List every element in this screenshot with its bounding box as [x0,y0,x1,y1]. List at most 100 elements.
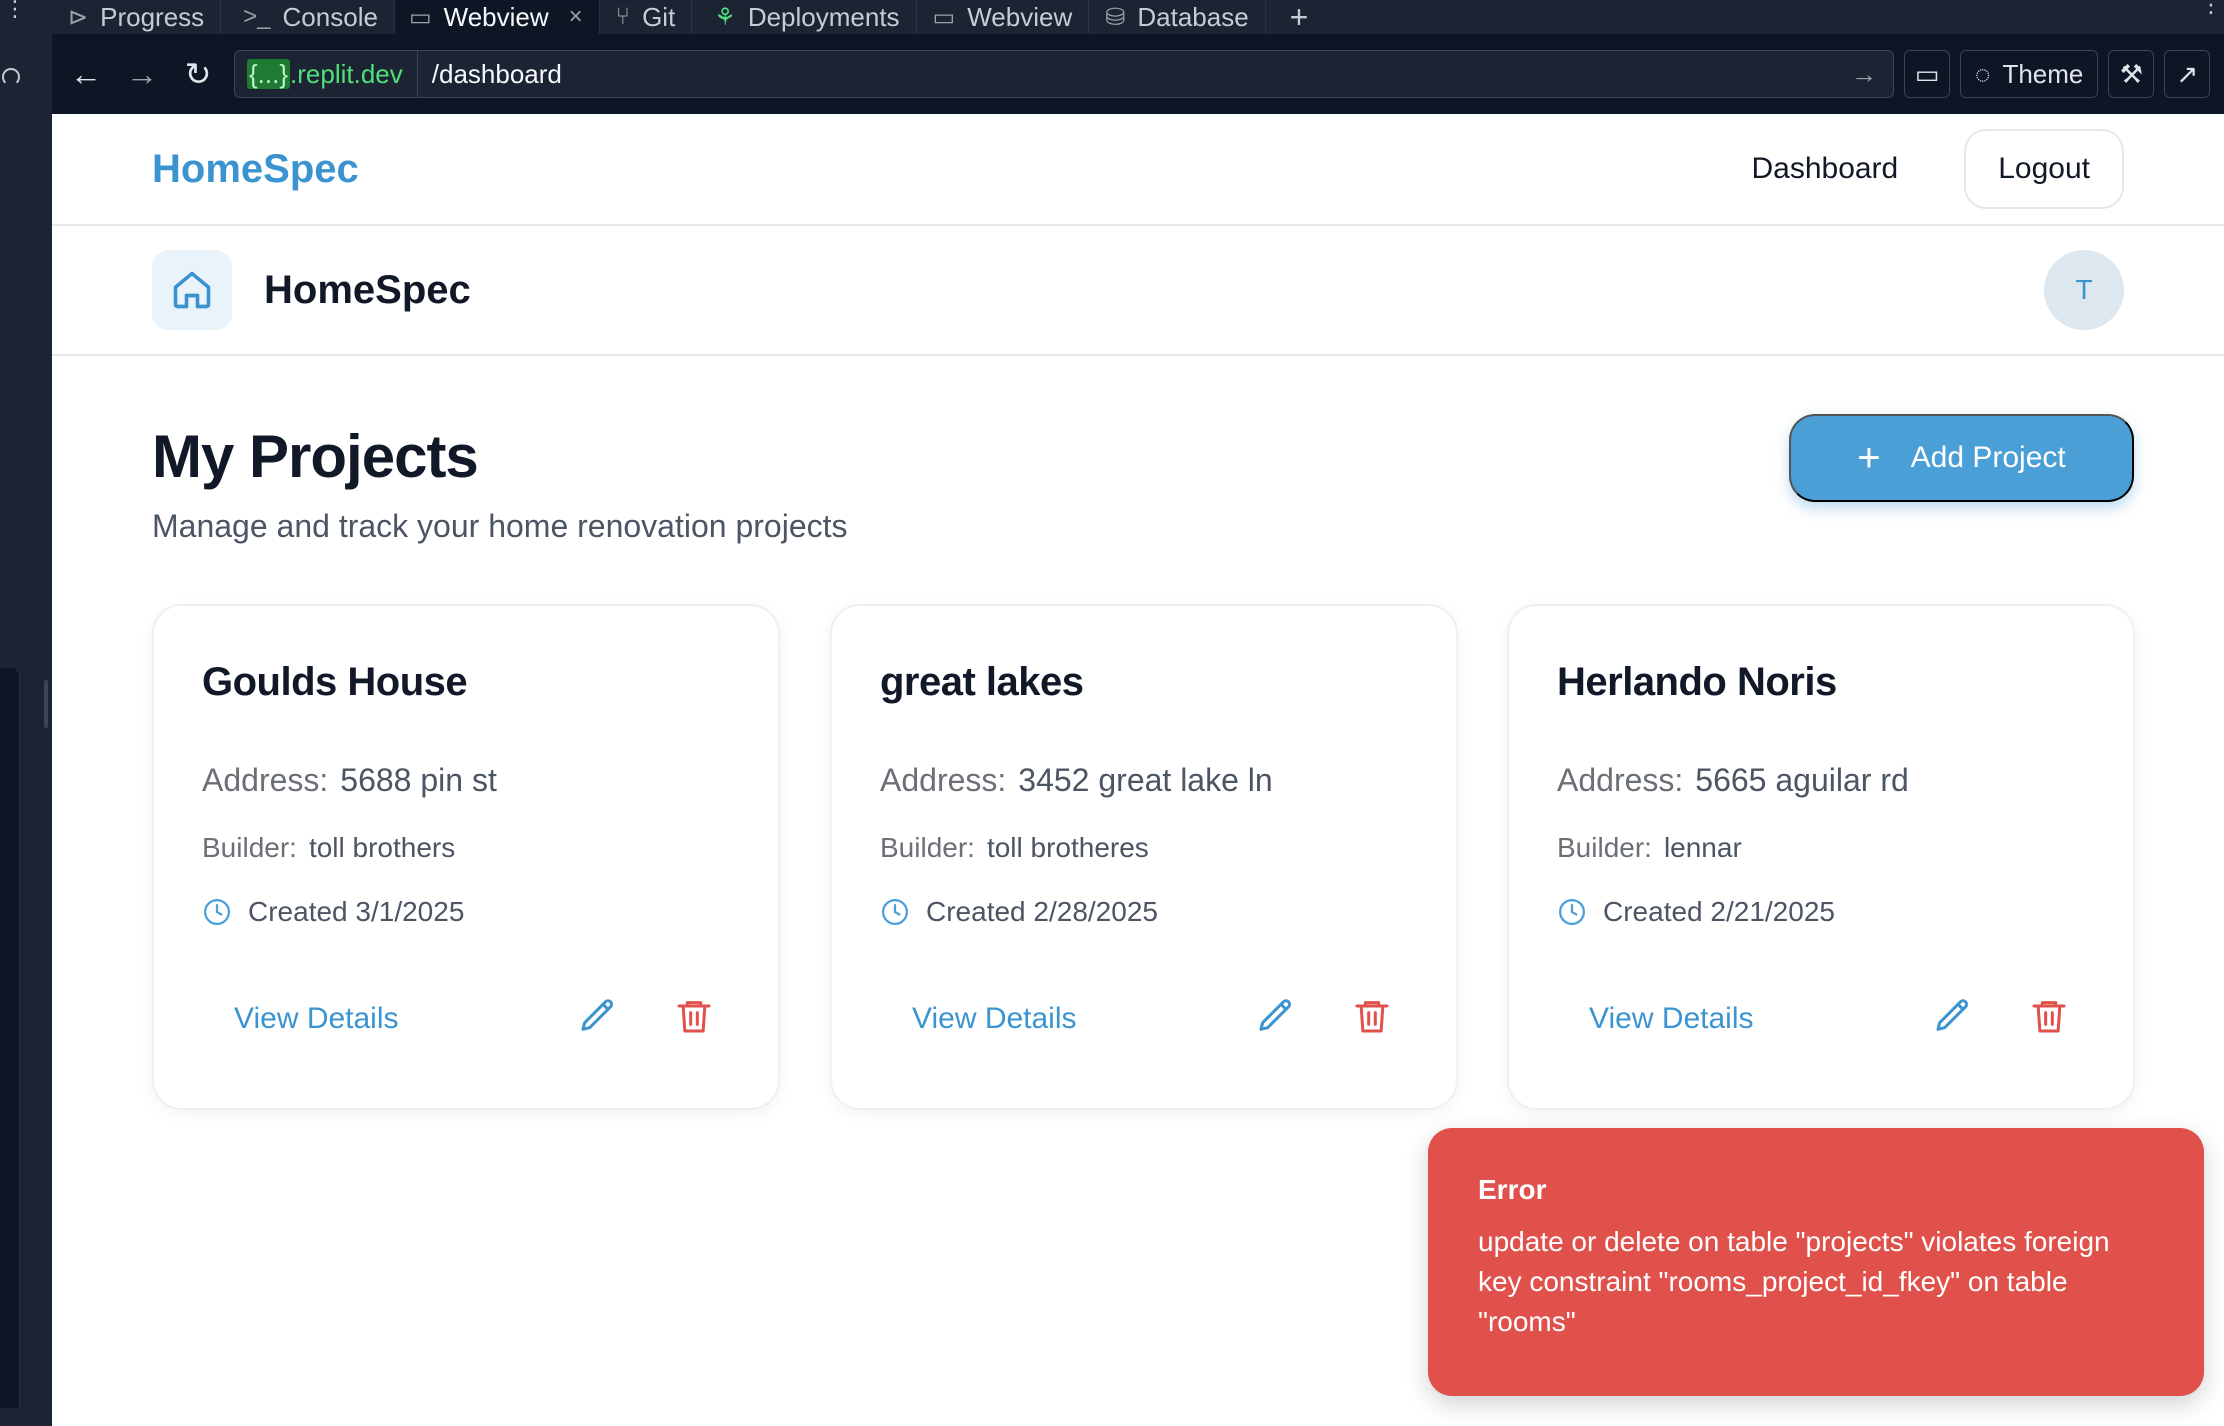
view-details-link[interactable]: View Details [912,1002,1077,1036]
project-name: Herlando Noris [1557,660,1837,704]
created-date: Created 2/28/2025 [926,896,1158,927]
tab-webview-active[interactable]: ▭ Webview × [394,0,600,34]
sub-header-title: HomeSpec [264,267,471,312]
reload-icon[interactable]: ↻ [170,55,226,93]
url-divider [416,50,418,98]
builder-label: Builder: [1557,832,1652,863]
brand-logo-text[interactable]: HomeSpec [152,147,359,192]
builder-label: Builder: [202,832,297,863]
project-card: great lakes Address: 3452 great lake ln B… [830,604,1458,1110]
database-icon: ⛁ [1105,3,1126,31]
gauge-icon[interactable] [2,68,20,86]
project-builder: Builder: lennar [1557,832,1742,864]
pencil-icon[interactable] [1256,996,1296,1036]
pencil-icon[interactable] [1933,996,1973,1036]
close-icon[interactable]: × [569,3,583,31]
error-toast[interactable]: Error update or delete on table "project… [1428,1128,2204,1396]
tab-database[interactable]: ⛁ Database [1089,0,1266,34]
project-created: Created 2/28/2025 [880,896,1158,928]
theme-label: Theme [2002,58,2084,89]
tab-label: Console [282,1,378,32]
builder-value: toll brotheres [986,832,1149,863]
open-external-button[interactable]: ↗ [2164,50,2211,98]
project-address: Address: 5688 pin st [202,762,497,799]
address-value: 5665 aguilar rd [1695,762,1909,798]
add-project-button[interactable]: + Add Project [1789,414,2134,502]
clock-icon [1559,899,1585,925]
address-label: Address: [880,762,1007,798]
view-details-link[interactable]: View Details [1589,1002,1754,1036]
monitor-icon: ▭ [408,3,432,31]
home-icon [152,250,232,330]
tab-webview[interactable]: ▭ Webview [917,0,1090,34]
page-title: My Projects [152,423,479,490]
tab-label: Database [1137,1,1249,32]
tab-console[interactable]: >_ Console [221,0,395,34]
progress-icon: ⊳ [68,3,89,31]
builder-value: toll brothers [308,832,456,863]
resize-handle[interactable] [44,680,48,728]
address-value: 5688 pin st [340,762,497,798]
forward-arrow-icon[interactable]: → [114,56,170,93]
created-date: Created 2/21/2025 [1603,896,1835,927]
url-host-prefix: {...} [247,58,291,89]
app-top-nav: HomeSpec Dashboard Logout [52,114,2224,226]
builder-value: lennar [1663,832,1742,863]
tab-label: Deployments [747,1,900,32]
more-vertical-icon[interactable]: ⋮ [2200,0,2222,16]
clock-icon [204,899,230,925]
tab-label: Webview [967,1,1073,32]
sub-header: HomeSpec T [52,226,2224,356]
trash-icon[interactable] [1352,996,1392,1036]
url-path: /dashboard [431,58,562,89]
page-subtitle: Manage and track your home renovation pr… [152,508,848,544]
tab-label: Git [642,1,676,32]
back-arrow-icon[interactable]: ← [58,56,114,93]
deploy-icon: ⚘ [714,3,736,31]
project-name: Goulds House [202,660,468,704]
project-name: great lakes [880,660,1084,704]
toast-message: update or delete on table "projects" vio… [1478,1226,2110,1337]
plus-icon: + [1857,435,1881,480]
tab-label: Webview [443,1,549,32]
monitor-icon: ▭ [1914,58,1940,89]
tab-deployments[interactable]: ⚘ Deployments [692,0,917,34]
webview-url-bar: ← → ↻ {...}.replit.dev /dashboard → ▭ ◌ … [52,34,2224,114]
go-arrow-icon[interactable]: → [1851,59,1877,90]
palette-icon: ◌ [1975,58,1991,89]
builder-label: Builder: [880,832,975,863]
logout-button[interactable]: Logout [1964,129,2124,209]
devtools-button[interactable]: ⚒ [2108,50,2155,98]
project-builder: Builder: toll brotheres [880,832,1149,864]
address-value: 3452 great lake ln [1018,762,1273,798]
monitor-icon: ▭ [932,3,956,31]
clock-icon [882,899,908,925]
created-date: Created 3/1/2025 [248,896,465,927]
more-vertical-icon[interactable]: ⋮ [4,0,26,20]
trash-icon[interactable] [674,996,714,1036]
ide-left-strip: ⋮ [0,0,52,1426]
ide-tab-bar: ⊳ Progress >_ Console ▭ Webview × ⑂ Git … [52,0,2224,36]
avatar[interactable]: T [2044,250,2124,330]
url-input[interactable]: {...}.replit.dev /dashboard → [234,50,1894,98]
trash-icon[interactable] [2029,996,2069,1036]
devices-button[interactable]: ▭ [1904,50,1950,98]
project-card: Herlando Noris Address: 5665 aguilar rd B… [1507,604,2135,1110]
project-address: Address: 5665 aguilar rd [1557,762,1909,799]
project-created: Created 3/1/2025 [202,896,464,928]
url-host: {...}.replit.dev [243,57,407,92]
git-icon: ⑂ [615,3,631,30]
tab-git[interactable]: ⑂ Git [600,0,693,34]
add-tab-icon[interactable]: + [1266,0,1333,36]
pencil-icon[interactable] [578,996,618,1036]
add-project-label: Add Project [1910,441,2066,474]
project-card: Goulds House Address: 5688 pin st Builder… [152,604,780,1110]
address-label: Address: [202,762,329,798]
view-details-link[interactable]: View Details [234,1002,399,1036]
project-address: Address: 3452 great lake ln [880,762,1273,799]
url-host-domain: .replit.dev [290,58,403,89]
theme-button[interactable]: ◌ Theme [1960,50,2099,98]
wrench-icon: ⚒ [2119,58,2144,89]
nav-dashboard-link[interactable]: Dashboard [1751,152,1898,186]
tab-progress[interactable]: ⊳ Progress [52,0,222,34]
